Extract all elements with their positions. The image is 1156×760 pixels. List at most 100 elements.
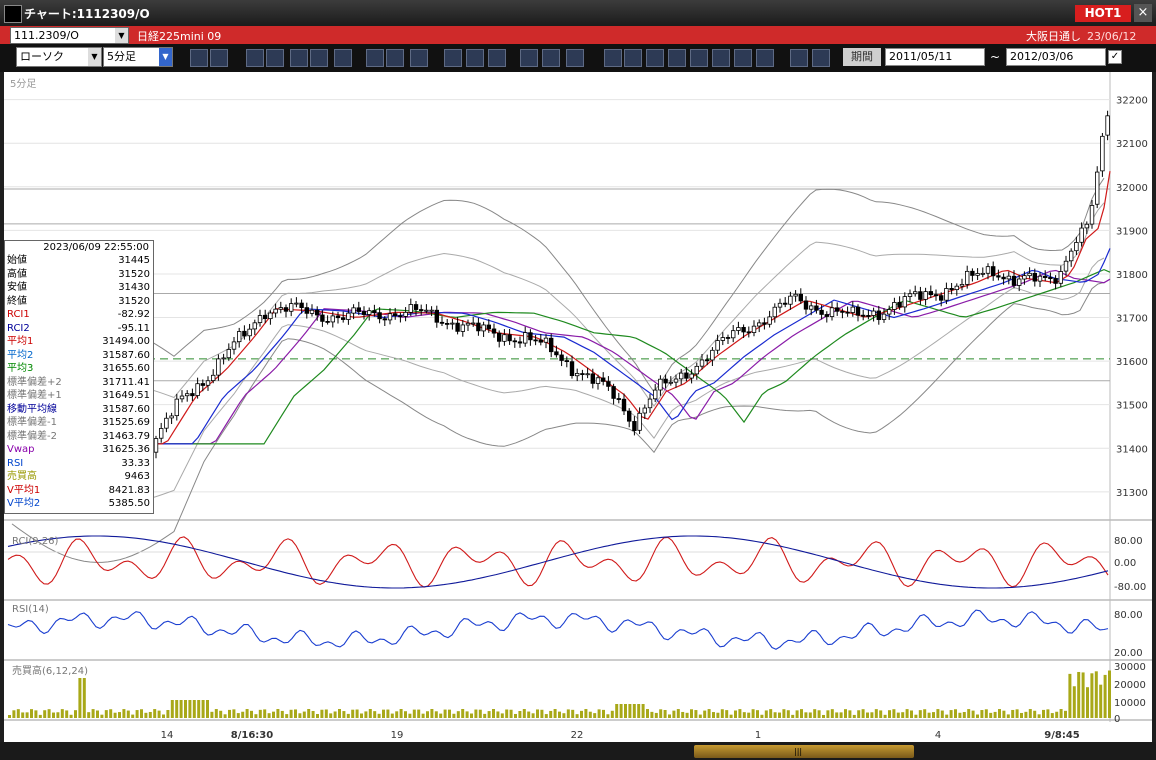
volume-bar bbox=[822, 714, 825, 718]
candle-up bbox=[772, 306, 777, 318]
candle-down bbox=[876, 310, 881, 320]
toolbar-compare2-icon[interactable] bbox=[466, 49, 484, 67]
chevron-down-icon[interactable]: ▼ bbox=[88, 48, 101, 66]
candle-down bbox=[798, 293, 803, 302]
toolbar-bb-icon[interactable] bbox=[646, 49, 664, 67]
toolbar-pen-icon[interactable] bbox=[366, 49, 384, 67]
volume-bar bbox=[654, 712, 658, 718]
volume-bar bbox=[298, 713, 302, 718]
toolbar-log-icon[interactable] bbox=[790, 49, 808, 67]
volume-bar bbox=[157, 710, 161, 718]
candle-up bbox=[850, 306, 855, 313]
data-window-value: -95.11 bbox=[117, 322, 150, 334]
close-button[interactable]: × bbox=[1134, 4, 1152, 22]
volume-bar bbox=[373, 711, 377, 718]
toolbar-download-icon[interactable] bbox=[246, 49, 264, 67]
toolbar-find-icon[interactable] bbox=[266, 49, 284, 67]
toolbar-tool-icon[interactable] bbox=[542, 49, 560, 67]
timeframe-select[interactable]: 5分足 ▼ bbox=[103, 47, 173, 67]
candle-down bbox=[538, 339, 543, 343]
candle-up bbox=[195, 383, 200, 396]
volume-bar bbox=[179, 700, 183, 718]
apply-checkbox[interactable]: ✓ bbox=[1108, 50, 1122, 64]
toolbar-settings-icon[interactable] bbox=[520, 49, 538, 67]
candle-up bbox=[543, 337, 549, 343]
toolbar-color-icon[interactable] bbox=[566, 49, 584, 67]
rsi-tick-label: 20.00 bbox=[1114, 648, 1143, 659]
chart-type-value: ローソク bbox=[20, 50, 64, 63]
date-from-field[interactable]: 2011/05/11 bbox=[885, 48, 985, 66]
volume-bar bbox=[254, 714, 258, 718]
volume-bar bbox=[905, 709, 909, 718]
data-window-label: RSI bbox=[7, 457, 24, 469]
volume-bar bbox=[56, 712, 60, 718]
toolbar-zoom-icon[interactable] bbox=[190, 49, 208, 67]
toolbar-bar-width-icon[interactable] bbox=[210, 49, 228, 67]
candle-up bbox=[1100, 135, 1105, 172]
toolbar-ma-icon[interactable] bbox=[624, 49, 642, 67]
candle-up bbox=[429, 309, 434, 312]
symbol-select[interactable]: 111.2309/O ▼ bbox=[10, 27, 129, 44]
toolbar-compare1-icon[interactable] bbox=[444, 49, 462, 67]
candle-up bbox=[268, 312, 273, 320]
x-axis-tick-label: 19 bbox=[391, 730, 404, 741]
chart-area[interactable]: 32200 32100 32000 31900 31800 31700 31600 31500… bbox=[4, 72, 1152, 742]
toolbar-export-icon[interactable] bbox=[812, 49, 830, 67]
candle-up bbox=[777, 302, 783, 308]
volume-bar bbox=[549, 710, 553, 718]
toolbar-blank-icon[interactable] bbox=[334, 49, 352, 67]
date-to-field[interactable]: 2012/03/06 bbox=[1006, 48, 1106, 66]
volume-bar bbox=[289, 709, 293, 718]
data-window-row: 始値 31445 bbox=[5, 254, 153, 268]
volume-bar bbox=[830, 709, 834, 718]
candle-down bbox=[824, 314, 829, 317]
toolbar-atr-icon[interactable] bbox=[712, 49, 730, 67]
candle-up bbox=[1063, 260, 1069, 272]
candle-down bbox=[340, 317, 346, 320]
toolbar-pvt-icon[interactable] bbox=[756, 49, 774, 67]
hot-button[interactable]: HOT1 bbox=[1075, 5, 1131, 22]
volume-bar bbox=[126, 710, 130, 718]
volume-bar bbox=[1068, 673, 1072, 718]
toolbar-redo-icon[interactable] bbox=[410, 49, 428, 67]
timeframe-value: 5分足 bbox=[107, 50, 136, 63]
candle-up bbox=[720, 337, 725, 341]
volume-bar bbox=[12, 710, 16, 718]
x-axis-tick-label: 1 bbox=[755, 730, 761, 741]
candle-down bbox=[663, 378, 668, 384]
scroll-grip-icon[interactable]: ||| bbox=[794, 747, 802, 756]
candle-up bbox=[642, 407, 647, 414]
chevron-down-icon[interactable]: ▼ bbox=[115, 28, 128, 43]
volume-bar bbox=[228, 709, 231, 718]
volume-bar bbox=[962, 712, 966, 718]
price-chart[interactable]: 32200 32100 32000 31900 31800 31700 31600 31500… bbox=[4, 72, 1152, 742]
volume-bar bbox=[505, 709, 509, 718]
period-button[interactable]: 期間 bbox=[843, 48, 881, 66]
volume-bar bbox=[729, 714, 733, 718]
volume-bar bbox=[602, 709, 605, 718]
status-bar bbox=[0, 742, 1156, 760]
toolbar-cursor-icon[interactable] bbox=[386, 49, 404, 67]
toolbar-rc-icon[interactable] bbox=[734, 49, 752, 67]
volume-bar bbox=[104, 710, 108, 718]
candle-up bbox=[954, 285, 959, 291]
chevron-down-icon[interactable]: ▼ bbox=[159, 48, 172, 66]
x-axis-tick-label: 22 bbox=[571, 730, 584, 741]
toolbar-hl-icon[interactable] bbox=[690, 49, 708, 67]
candle-down bbox=[762, 322, 767, 325]
volume-bar bbox=[800, 709, 803, 718]
chart-type-select[interactable]: ローソク ▼ bbox=[16, 47, 102, 67]
toolbar-sma-icon[interactable] bbox=[604, 49, 622, 67]
horizontal-scrollbar[interactable]: ||| bbox=[694, 745, 914, 758]
volume-bar bbox=[214, 709, 218, 718]
toolbar-wre-icon[interactable] bbox=[668, 49, 686, 67]
data-window-value: 31649.51 bbox=[102, 390, 150, 401]
toolbar-flip-icon[interactable] bbox=[310, 49, 328, 67]
volume-bar bbox=[914, 714, 918, 718]
toolbar-all-icon[interactable] bbox=[488, 49, 506, 67]
candle-up bbox=[205, 380, 211, 386]
volume-bar bbox=[923, 709, 927, 718]
data-window-value: 31587.60 bbox=[102, 403, 150, 415]
volume-bar bbox=[25, 712, 29, 718]
toolbar-tile-icon[interactable] bbox=[290, 49, 308, 67]
